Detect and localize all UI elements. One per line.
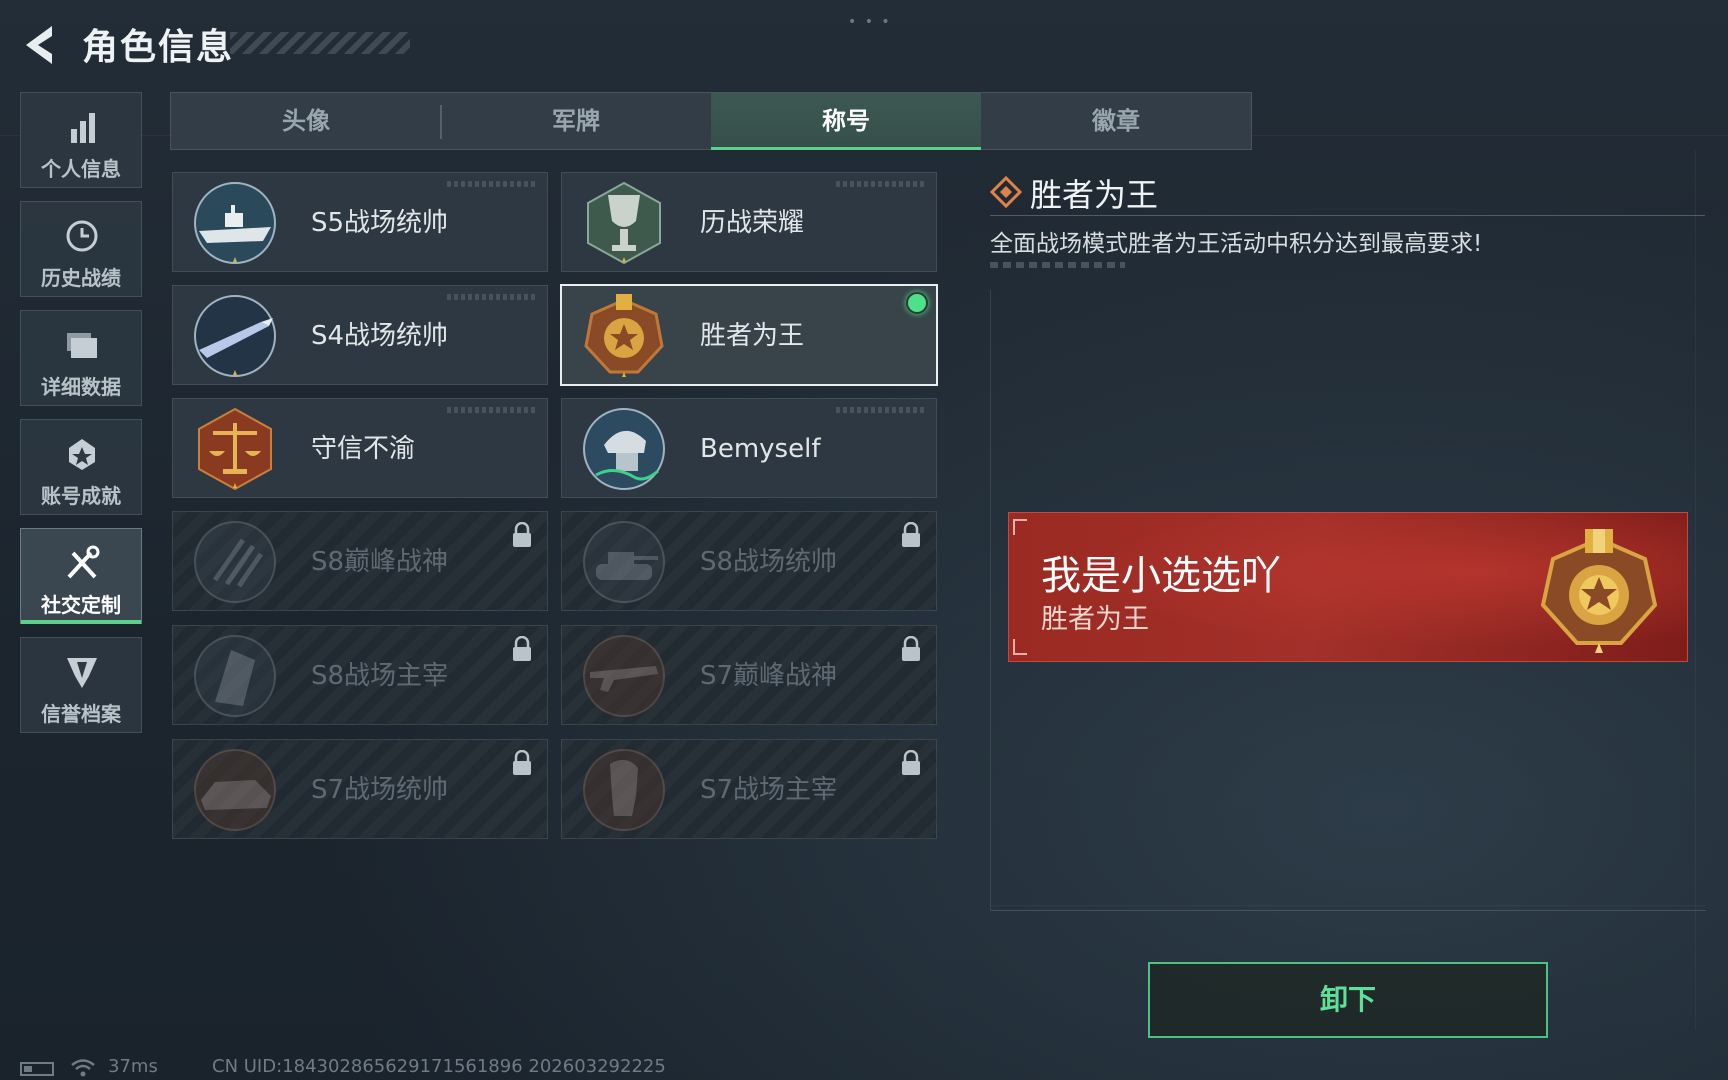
- title-card[interactable]: 守信不渝: [172, 398, 548, 498]
- sidebar-item-label: 历史战绩: [41, 266, 121, 290]
- detail-title: 胜者为王: [1030, 176, 1159, 214]
- lock-icon: [902, 522, 920, 547]
- title-name: S8巅峰战神: [311, 547, 449, 577]
- title-card-locked[interactable]: S8战场主宰: [172, 625, 548, 725]
- lock-icon: [902, 750, 920, 775]
- sidebar-item-reputation[interactable]: 信誉档案: [20, 637, 142, 733]
- title-name: 胜者为王: [700, 321, 805, 351]
- unequip-button[interactable]: 卸下: [1148, 962, 1548, 1038]
- sidebar-item-personal-info[interactable]: 个人信息: [20, 92, 142, 188]
- building-emblem-icon: [194, 635, 276, 717]
- status-bar: 37ms CN UID:1843028656291715618​96 20260…: [20, 1056, 920, 1080]
- title-name: S4战场统帅: [311, 321, 449, 351]
- uid-text: CN UID:1843028656291715618​96 2026032922…: [212, 1056, 666, 1077]
- equipped-indicator-icon: [906, 292, 928, 314]
- banner-corner: [1013, 639, 1027, 655]
- detail-description: 全面战场模式胜者为王活动中积分达到最高要求!: [990, 231, 1483, 257]
- banner-player-name: 我是小选选吖: [1041, 553, 1281, 599]
- title-card-locked[interactable]: S8战场统帅: [561, 511, 937, 611]
- tools-icon: [67, 545, 100, 579]
- title-card-locked[interactable]: S8巅峰战神: [172, 511, 548, 611]
- back-button[interactable]: [18, 22, 64, 68]
- title-card-locked[interactable]: S7巅峰战神: [561, 625, 937, 725]
- page-title: 角色信息: [82, 27, 235, 68]
- lock-icon: [513, 750, 531, 775]
- sidebar-item-label: 详细数据: [41, 375, 121, 399]
- sidebar-item-label: 账号成就: [41, 484, 121, 508]
- detail-decoration: [990, 262, 1125, 268]
- title-card[interactable]: S5战场统帅: [172, 172, 548, 272]
- card-decoration: [836, 407, 926, 413]
- back-arrow-icon: [26, 26, 52, 64]
- sidebar-item-history[interactable]: 历史战绩: [20, 201, 142, 297]
- lock-icon: [902, 636, 920, 661]
- tank-emblem-icon: [583, 521, 665, 603]
- sidebar-item-label: 个人信息: [41, 157, 121, 181]
- title-name: S8战场主宰: [311, 661, 449, 691]
- gold-medal-emblem-icon: [584, 294, 664, 377]
- top-dots-decoration: • • •: [848, 14, 892, 30]
- character-info-screen: { "header": { "title": "角色信息" }, "sideba…: [0, 0, 1728, 1080]
- missile-emblem-icon: [194, 295, 276, 377]
- scales-emblem-icon: [198, 407, 272, 491]
- title-name: 历战荣耀: [700, 208, 805, 238]
- title-decoration: [230, 32, 410, 54]
- bar-chart-icon: [71, 113, 95, 143]
- title-name: S7战场主宰: [700, 775, 838, 805]
- title-name: S5战场统帅: [311, 208, 449, 238]
- tab-badge[interactable]: 徽章: [981, 93, 1251, 149]
- achievement-star-icon: [69, 439, 95, 470]
- title-card[interactable]: S4战场统帅: [172, 285, 548, 385]
- category-tabs: 头像 军牌 称号 徽章: [170, 92, 1252, 150]
- detail-divider: [990, 215, 1705, 216]
- card-decoration: [447, 407, 537, 413]
- title-card-locked[interactable]: S7战场统帅: [172, 739, 548, 839]
- gold-medal-emblem-icon: [1540, 529, 1658, 653]
- rifle-emblem-icon: [583, 635, 665, 717]
- title-name: Bemyself: [700, 434, 821, 464]
- title-name: S8战场统帅: [700, 547, 838, 577]
- soldier-helmet-emblem-icon: [583, 408, 665, 490]
- lock-icon: [513, 636, 531, 661]
- title-card-locked[interactable]: S7战场主宰: [561, 739, 937, 839]
- card-decoration: [836, 181, 926, 187]
- sidebar-item-label: 信誉档案: [41, 702, 121, 726]
- sidebar-item-label: 社交定制: [41, 593, 121, 617]
- sidebar-item-detailed-data[interactable]: 详细数据: [20, 310, 142, 406]
- trophy-emblem-icon: [587, 181, 661, 265]
- history-clock-icon: [66, 220, 98, 252]
- card-decoration: [447, 181, 537, 187]
- banner-corner: [1013, 519, 1027, 535]
- card-decoration: [447, 294, 537, 300]
- title-name: S7巅峰战神: [700, 661, 838, 691]
- battery-icon: [20, 1062, 54, 1076]
- title-name: S7战场统帅: [311, 775, 449, 805]
- banner-title: 胜者为王: [1041, 604, 1149, 635]
- tab-dog-tag[interactable]: 军牌: [441, 93, 711, 149]
- claw-emblem-icon: [194, 521, 276, 603]
- sidebar-item-social-customization[interactable]: 社交定制: [20, 528, 142, 624]
- title-card[interactable]: 历战荣耀: [561, 172, 937, 272]
- title-card-selected[interactable]: 胜者为王: [560, 284, 938, 386]
- tab-avatar[interactable]: 头像: [171, 93, 441, 149]
- title-card[interactable]: Bemyself: [561, 398, 937, 498]
- folder-icon: [67, 333, 97, 358]
- warship-emblem-icon: [194, 182, 276, 264]
- warrior-emblem-icon: [583, 749, 665, 831]
- title-name: 守信不渝: [311, 434, 416, 464]
- latency-text: 37ms: [108, 1056, 158, 1077]
- title-preview-banner: 我是小选选吖 胜者为王: [1008, 512, 1688, 662]
- shield-badge-icon: [67, 658, 97, 688]
- sidebar-item-achievements[interactable]: 账号成就: [20, 419, 142, 515]
- title-diamond-icon: [990, 176, 1022, 208]
- tab-title[interactable]: 称号: [711, 93, 981, 150]
- wifi-icon: [71, 1059, 95, 1077]
- vehicle-emblem-icon: [194, 749, 276, 831]
- lock-icon: [513, 522, 531, 547]
